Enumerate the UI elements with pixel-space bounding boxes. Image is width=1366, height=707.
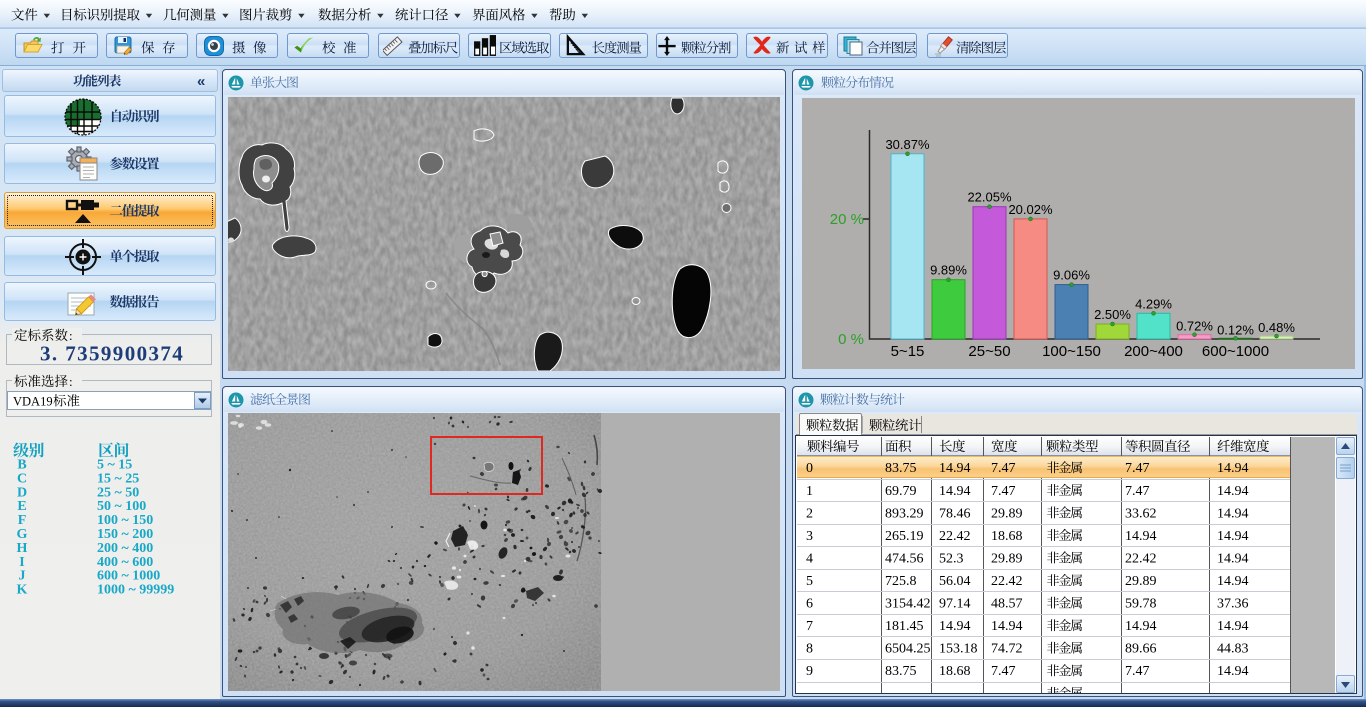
svg-text:30.87%: 30.87%: [885, 137, 930, 152]
svg-text:200~400: 200~400: [1124, 343, 1183, 360]
svg-text:20 %: 20 %: [830, 211, 864, 228]
svg-text:600~1000: 600~1000: [1202, 343, 1269, 360]
svg-text:9.06%: 9.06%: [1053, 268, 1090, 283]
svg-text:20.02%: 20.02%: [1008, 202, 1053, 217]
svg-text:2.50%: 2.50%: [1094, 307, 1131, 322]
svg-text:100~150: 100~150: [1042, 343, 1101, 360]
svg-text:25~50: 25~50: [968, 343, 1010, 360]
svg-text:0.72%: 0.72%: [1176, 319, 1213, 334]
svg-text:0 %: 0 %: [838, 331, 864, 348]
svg-text:4.29%: 4.29%: [1135, 296, 1172, 311]
svg-text:0.12%: 0.12%: [1217, 322, 1254, 337]
svg-text:5~15: 5~15: [891, 343, 925, 360]
svg-text:9.89%: 9.89%: [930, 263, 967, 278]
svg-text:22.05%: 22.05%: [967, 190, 1012, 205]
svg-text:0.48%: 0.48%: [1258, 320, 1295, 335]
